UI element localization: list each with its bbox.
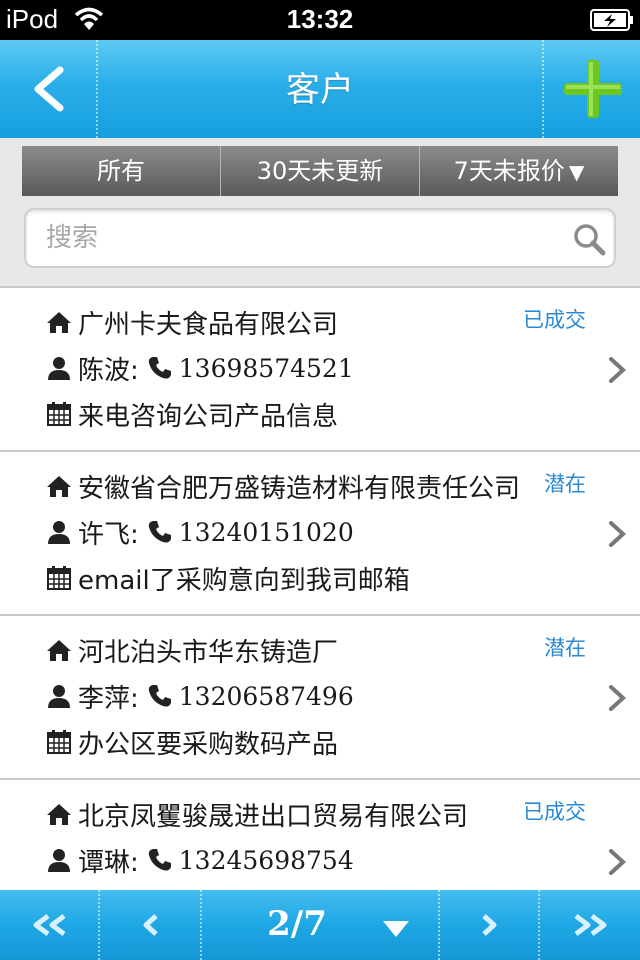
note-text: 办公区要采购数码产品: [78, 729, 339, 760]
status-badge: 潜在: [544, 636, 586, 660]
page-selector[interactable]: 2/7: [202, 890, 438, 960]
back-button[interactable]: [0, 40, 96, 138]
chevron-right-icon: [609, 521, 626, 547]
chevron-right-icon: [482, 914, 497, 936]
company-row: 北京凤矍骏晟进出口贸易有限公司: [46, 796, 518, 832]
status-bar: iPod 13:32: [0, 0, 640, 40]
contact-row: 谭琳: 13245698754: [46, 842, 586, 878]
company-row: 安徽省合肥万盛铸造材料有限责任公司: [46, 468, 518, 504]
filter-tabs: 所有 30天未更新 7天未报价 ▼: [22, 146, 618, 196]
search-box: [24, 208, 616, 268]
plus-icon: [564, 60, 622, 118]
note-row: 来电咨询公司产品信息: [46, 396, 586, 432]
page-title: 客户: [286, 70, 354, 110]
list-item[interactable]: 广州卡夫食品有限公司 陈波: 13698574521 来电咨询公司产品信息 已成…: [0, 288, 640, 452]
contact-name: 谭琳:: [78, 847, 139, 878]
dropdown-arrow-icon: ▼: [568, 160, 585, 184]
calendar-icon: [47, 730, 71, 754]
home-icon: [47, 312, 71, 333]
tab-30-days-not-updated[interactable]: 30天未更新: [221, 146, 420, 196]
chevron-right-icon: [609, 685, 626, 711]
search-icon[interactable]: [572, 222, 606, 256]
prev-page-button[interactable]: [100, 890, 200, 960]
calendar-icon: [47, 566, 71, 590]
company-row: 广州卡夫食品有限公司: [46, 304, 518, 340]
user-icon: [48, 521, 70, 544]
back-chevron-icon: [34, 66, 64, 112]
tab-label: 30天未更新: [256, 157, 384, 185]
dropdown-arrow-icon: [383, 921, 409, 937]
list-item[interactable]: 北京凤矍骏晟进出口贸易有限公司 谭琳: 13245698754 已成交: [0, 780, 640, 890]
next-page-button[interactable]: [440, 890, 538, 960]
contact-name: 许飞:: [78, 519, 139, 550]
tab-label: 所有: [97, 157, 145, 185]
tab-7-days-no-quote[interactable]: 7天未报价 ▼: [420, 146, 618, 196]
phone-icon: [148, 849, 171, 871]
phone-icon: [148, 521, 171, 543]
chevron-right-icon: [609, 357, 626, 383]
phone-icon: [148, 685, 171, 707]
chevron-right-icon: [609, 849, 626, 875]
tab-label: 7天未报价: [453, 157, 565, 185]
home-icon: [47, 640, 71, 661]
search-input[interactable]: [46, 218, 566, 258]
home-icon: [47, 804, 71, 825]
user-icon: [48, 357, 70, 380]
calendar-icon: [47, 402, 71, 426]
tab-all[interactable]: 所有: [22, 146, 221, 196]
user-icon: [48, 685, 70, 708]
phone-number[interactable]: 13245698754: [179, 846, 354, 875]
phone-number[interactable]: 13240151020: [179, 518, 354, 547]
clock: 13:32: [286, 4, 354, 34]
phone-number[interactable]: 13698574521: [179, 354, 354, 383]
double-chevron-left-icon: [33, 914, 66, 936]
last-page-button[interactable]: [540, 890, 640, 960]
status-badge: 已成交: [523, 308, 586, 332]
note-row: 办公区要采购数码产品: [46, 724, 586, 760]
phone-number[interactable]: 13206587496: [179, 682, 354, 711]
list-item[interactable]: 安徽省合肥万盛铸造材料有限责任公司 许飞: 13240151020 email了…: [0, 452, 640, 616]
double-chevron-right-icon: [574, 914, 607, 936]
home-icon: [47, 476, 71, 497]
contact-name: 陈波:: [78, 355, 139, 386]
contact-row: 李萍: 13206587496: [46, 678, 586, 714]
note-text: 来电咨询公司产品信息: [78, 401, 339, 432]
status-badge: 潜在: [544, 472, 586, 496]
company-name: 河北泊头市华东铸造厂: [78, 637, 339, 668]
page-indicator: 2/7: [267, 904, 327, 944]
customer-list: 广州卡夫食品有限公司 陈波: 13698574521 来电咨询公司产品信息 已成…: [0, 286, 640, 890]
user-icon: [48, 849, 70, 872]
pager-bar: 2/7: [0, 890, 640, 960]
chevron-left-icon: [143, 914, 158, 936]
contact-name: 李萍:: [78, 683, 139, 714]
note-row: email了采购意向到我司邮箱: [46, 560, 586, 596]
nav-bar: 客户: [0, 40, 640, 138]
status-badge: 已成交: [523, 800, 586, 824]
contact-row: 许飞: 13240151020: [46, 514, 586, 550]
company-name: 北京凤矍骏晟进出口贸易有限公司: [78, 801, 469, 832]
company-row: 河北泊头市华东铸造厂: [46, 632, 518, 668]
phone-icon: [148, 357, 171, 379]
company-name: 安徽省合肥万盛铸造材料有限责任公司: [78, 473, 518, 504]
contact-row: 陈波: 13698574521: [46, 350, 586, 386]
company-name: 广州卡夫食品有限公司: [78, 309, 339, 340]
filter-area: 所有 30天未更新 7天未报价 ▼: [0, 138, 640, 286]
note-text: email了采购意向到我司邮箱: [78, 565, 410, 596]
add-customer-button[interactable]: [544, 40, 640, 138]
first-page-button[interactable]: [0, 890, 98, 960]
battery-charging-icon: [590, 9, 633, 31]
list-item[interactable]: 河北泊头市华东铸造厂 李萍: 13206587496 办公区要采购数码产品 潜在: [0, 616, 640, 780]
